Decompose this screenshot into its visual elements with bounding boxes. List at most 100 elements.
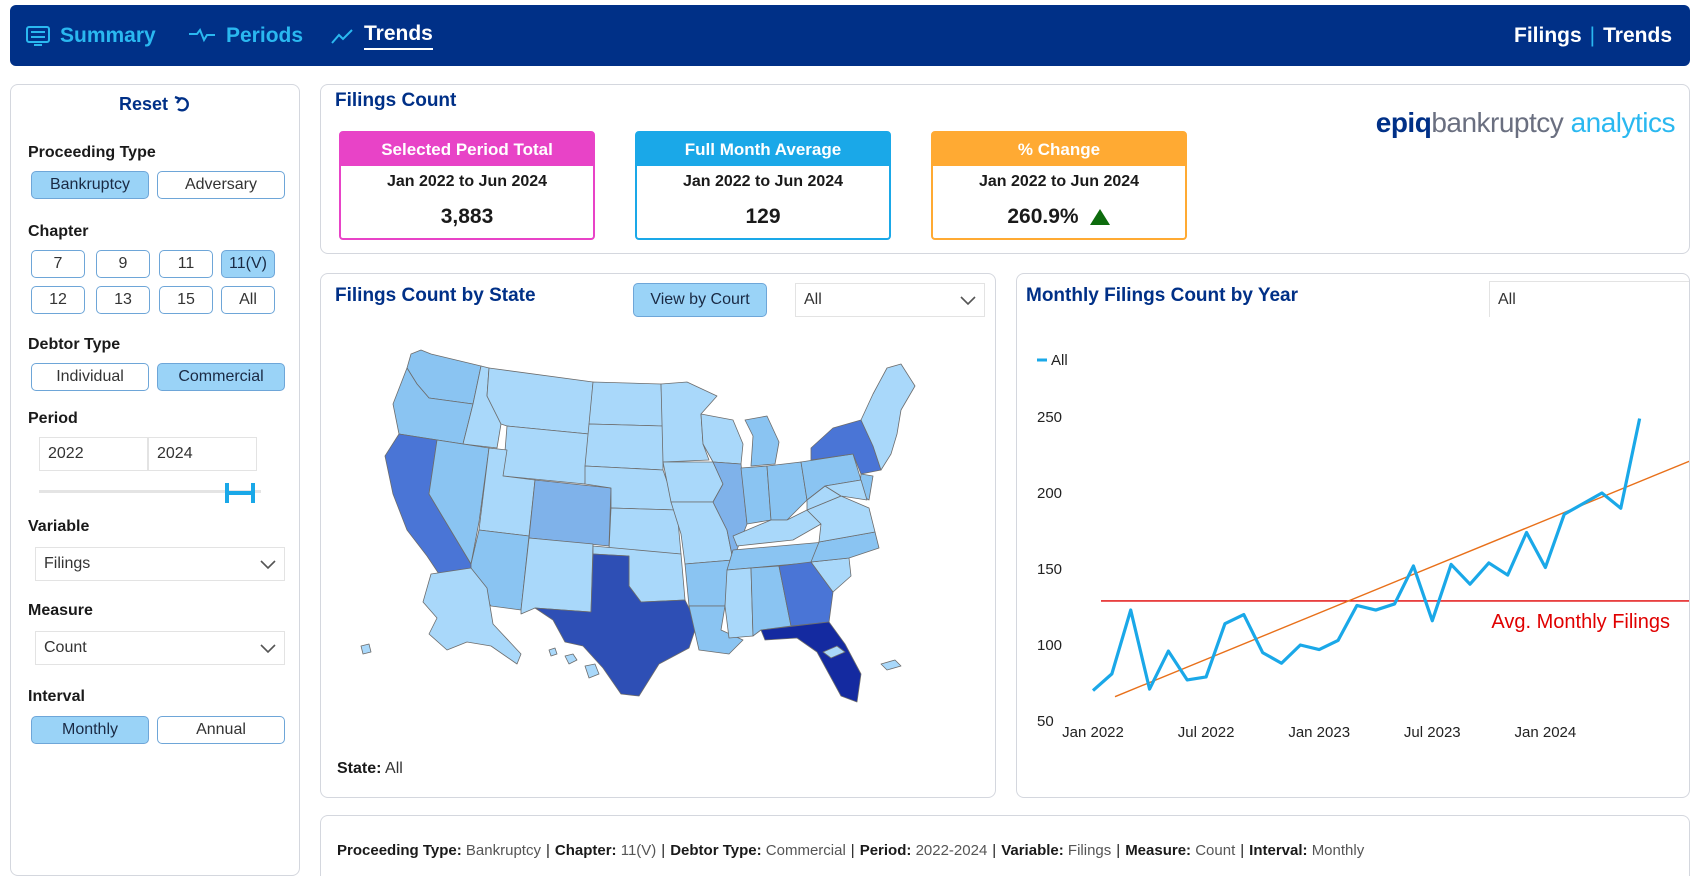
state-wyoming[interactable] (502, 425, 590, 485)
filings-count-panel: Filings Count Selected Period Total Jan … (320, 84, 1690, 254)
period-slider-handle[interactable] (223, 482, 257, 504)
measure-dropdown[interactable]: Count (35, 631, 285, 665)
filter-sidebar: Reset Proceeding Type Bankruptcy Adversa… (10, 84, 300, 876)
selected-state-indicator: State: All (337, 760, 403, 778)
filter-proceeding-value: Bankruptcy (465, 842, 541, 859)
breadcrumb-trends[interactable]: Trends (1603, 24, 1672, 48)
trend-icon (331, 28, 353, 44)
state-ohio[interactable] (766, 461, 808, 521)
chapter-9-button[interactable]: 9 (96, 250, 150, 278)
reset-button[interactable]: Reset (11, 93, 301, 115)
variable-value: Filings (44, 555, 91, 572)
card-title: Full Month Average (637, 133, 889, 166)
tab-summary[interactable]: Summary (26, 5, 156, 66)
measure-value: Count (44, 639, 87, 656)
series-line-all (1091, 418, 1642, 692)
chapter-11-button[interactable]: 11 (159, 250, 213, 278)
filter-summary-text: Proceeding Type: Bankruptcy | Chapter: 11(… (337, 842, 1364, 859)
chapter-11v-button[interactable]: 11(V) (221, 250, 275, 278)
breadcrumb-filings[interactable]: Filings (1514, 24, 1582, 48)
percent-change-card: % Change Jan 2022 to Jun 2024 260.9% (931, 131, 1187, 240)
debtor-commercial-button[interactable]: Commercial (157, 363, 285, 391)
tab-trends[interactable]: Trends (330, 5, 433, 66)
interval-annual-button[interactable]: Annual (157, 716, 285, 744)
state-florida[interactable] (760, 621, 862, 703)
monthly-filings-chart-panel: Monthly Filings Count by Year All 50 100 1… (1016, 273, 1690, 798)
period-to-input[interactable]: 2024 (148, 437, 257, 471)
logo-analytics: analytics (1570, 107, 1676, 138)
epiq-logo: epiqbankruptcy analytics (1375, 107, 1676, 139)
filter-variable-value: Filings (1067, 842, 1112, 859)
chapter-7-button[interactable]: 7 (31, 250, 85, 278)
chapter-all-button[interactable]: All (221, 286, 275, 314)
filter-period-value: 2022-2024 (915, 842, 988, 859)
state-iowa[interactable] (662, 461, 724, 503)
interval-monthly-button[interactable]: Monthly (31, 716, 149, 744)
card-range: Jan 2022 to Jun 2024 (386, 173, 548, 190)
us-state-map[interactable] (321, 324, 997, 724)
interval-label: Interval (28, 688, 85, 705)
chapter-13-button[interactable]: 13 (96, 286, 150, 314)
filter-variable-label: Variable: (1001, 842, 1064, 859)
logo-bankruptcy: bankruptcy (1431, 107, 1564, 138)
breadcrumb-separator: | (1589, 23, 1596, 47)
card-value: 260.9% (933, 205, 1185, 229)
period-label: Period (28, 410, 78, 427)
tab-trends-label: Trends (364, 22, 433, 50)
list-icon (26, 25, 50, 46)
periods-icon (189, 27, 215, 42)
y-tick-label: 50 (1037, 713, 1054, 730)
y-tick-label: 150 (1037, 561, 1062, 578)
view-by-court-button[interactable]: View by Court (633, 283, 767, 317)
card-title: % Change (933, 133, 1185, 166)
period-from-input[interactable]: 2022 (39, 437, 148, 471)
chevron-down-icon (960, 296, 976, 306)
proceeding-bankruptcy-button[interactable]: Bankruptcy (31, 171, 149, 199)
chapter-15-button[interactable]: 15 (159, 286, 213, 314)
up-triangle-icon (1089, 209, 1110, 225)
full-month-average-card: Full Month Average Jan 2022 to Jun 2024 … (635, 131, 891, 240)
x-tick-label: Jul 2022 (1178, 724, 1235, 741)
state-mississippi[interactable] (724, 567, 754, 639)
average-line-label: Avg. Monthly Filings (1491, 611, 1670, 633)
selected-period-total-card: Selected Period Total Jan 2022 to Jun 20… (339, 131, 595, 240)
map-title: Filings Count by State (335, 285, 536, 306)
state-north-dakota[interactable] (588, 381, 664, 427)
filter-interval-label: Interval: (1249, 842, 1308, 859)
page-breadcrumb: Filings | Trends (1514, 5, 1672, 66)
tab-periods-label: Periods (226, 23, 304, 47)
state-new-mexico[interactable] (520, 537, 594, 615)
proceeding-adversary-button[interactable]: Adversary (157, 171, 285, 199)
card-value-text: 129 (745, 205, 781, 228)
state-label: State: (337, 760, 382, 777)
card-range: Jan 2022 to Jun 2024 (978, 173, 1140, 190)
state-kansas[interactable] (608, 507, 682, 555)
year-filter-dropdown[interactable]: All (1489, 281, 1689, 317)
filter-separator: | (1240, 842, 1245, 859)
tab-periods[interactable]: Periods (188, 5, 303, 66)
filter-period-label: Period: (859, 842, 912, 859)
filings-by-state-panel: Filings Count by State View by Court All (320, 273, 996, 798)
variable-dropdown[interactable]: Filings (35, 547, 285, 581)
state-south-dakota[interactable] (584, 423, 664, 471)
logo-epiq: epiq (1375, 107, 1432, 138)
chapter-12-button[interactable]: 12 (31, 286, 85, 314)
state-colorado[interactable] (528, 479, 612, 547)
filter-measure-label: Measure: (1125, 842, 1192, 859)
card-value-text: 260.9% (1007, 205, 1079, 228)
filter-proceeding-label: Proceeding Type: (337, 842, 462, 859)
x-tick-label: Jul 2023 (1404, 724, 1461, 741)
filings-count-title: Filings Count (335, 90, 457, 111)
debtor-type-label: Debtor Type (28, 336, 121, 353)
debtor-individual-button[interactable]: Individual (31, 363, 149, 391)
state-montana[interactable] (486, 367, 594, 435)
state-michigan[interactable] (744, 415, 780, 467)
card-value-text: 3,883 (440, 205, 494, 228)
state-filter-dropdown[interactable]: All (795, 283, 985, 317)
filter-summary-bar: Proceeding Type: Bankruptcy | Chapter: 11(… (320, 815, 1690, 876)
variable-label: Variable (28, 518, 90, 535)
legend-label: All (1051, 352, 1068, 369)
x-tick-label: Jan 2024 (1515, 724, 1577, 741)
card-range: Jan 2022 to Jun 2024 (682, 173, 844, 190)
monthly-filings-line-chart: 50 100 150 200 250 Jan 2022 Jul 2022 Jan 2023 Ju… (1037, 352, 1689, 741)
